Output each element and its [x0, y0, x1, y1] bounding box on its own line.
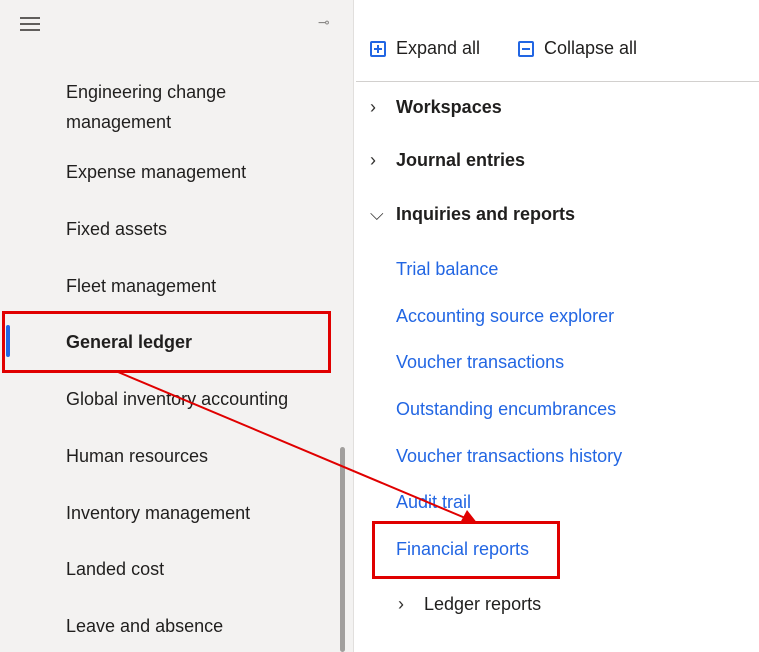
module-fixed-assets[interactable]: Fixed assets: [66, 214, 336, 244]
link-voucher-transactions-history[interactable]: Voucher transactions history: [396, 446, 622, 467]
chevron-right-icon: ›: [370, 150, 376, 170]
link-voucher-transactions[interactable]: Voucher transactions: [396, 352, 564, 373]
toolbar-divider: [356, 81, 759, 82]
group-journal-entries-label: Journal entries: [396, 150, 526, 170]
expand-all-button[interactable]: Expand all: [370, 38, 480, 59]
link-accounting-source-explorer[interactable]: Accounting source explorer: [396, 306, 614, 327]
hamburger-menu-icon[interactable]: [20, 17, 40, 33]
group-inquiries-and-reports[interactable]: ⌵ Inquiries and reports: [370, 204, 575, 225]
link-audit-trail[interactable]: Audit trail: [396, 492, 471, 513]
group-inquiries-label: Inquiries and reports: [396, 204, 576, 224]
nav-scrollbar[interactable]: [340, 447, 345, 652]
highlight-box-financial-reports: [372, 521, 560, 579]
module-fleet-management[interactable]: Fleet management: [66, 271, 336, 301]
group-ledger-reports-label: Ledger reports: [424, 594, 542, 614]
chevron-right-icon: ›: [370, 97, 376, 117]
group-journal-entries[interactable]: › Journal entries: [370, 150, 525, 171]
module-leave-and-absence[interactable]: Leave and absence: [66, 611, 336, 641]
module-inventory-management[interactable]: Inventory management: [66, 498, 336, 528]
highlight-box-general-ledger: [2, 311, 331, 373]
link-trial-balance[interactable]: Trial balance: [396, 259, 498, 280]
group-workspaces-label: Workspaces: [396, 97, 502, 117]
module-human-resources[interactable]: Human resources: [66, 441, 336, 471]
group-ledger-reports[interactable]: › Ledger reports: [398, 594, 541, 615]
module-expense-management[interactable]: Expense management: [66, 157, 336, 187]
pin-icon[interactable]: ⊸: [318, 14, 330, 31]
link-outstanding-encumbrances[interactable]: Outstanding encumbrances: [396, 399, 616, 420]
collapse-all-label: Collapse all: [544, 38, 638, 58]
module-global-inventory-accounting[interactable]: Global inventory accounting: [66, 384, 336, 414]
chevron-down-icon: ⌵: [370, 204, 384, 224]
expand-all-label: Expand all: [396, 38, 481, 58]
chevron-right-icon: ›: [398, 594, 404, 614]
collapse-icon: [518, 40, 534, 57]
module-landed-cost[interactable]: Landed cost: [66, 554, 336, 584]
collapse-all-button[interactable]: Collapse all: [518, 38, 637, 59]
group-workspaces[interactable]: › Workspaces: [370, 97, 502, 118]
expand-icon: [370, 40, 386, 57]
module-engineering-change-management[interactable]: Engineering change management: [66, 77, 336, 137]
